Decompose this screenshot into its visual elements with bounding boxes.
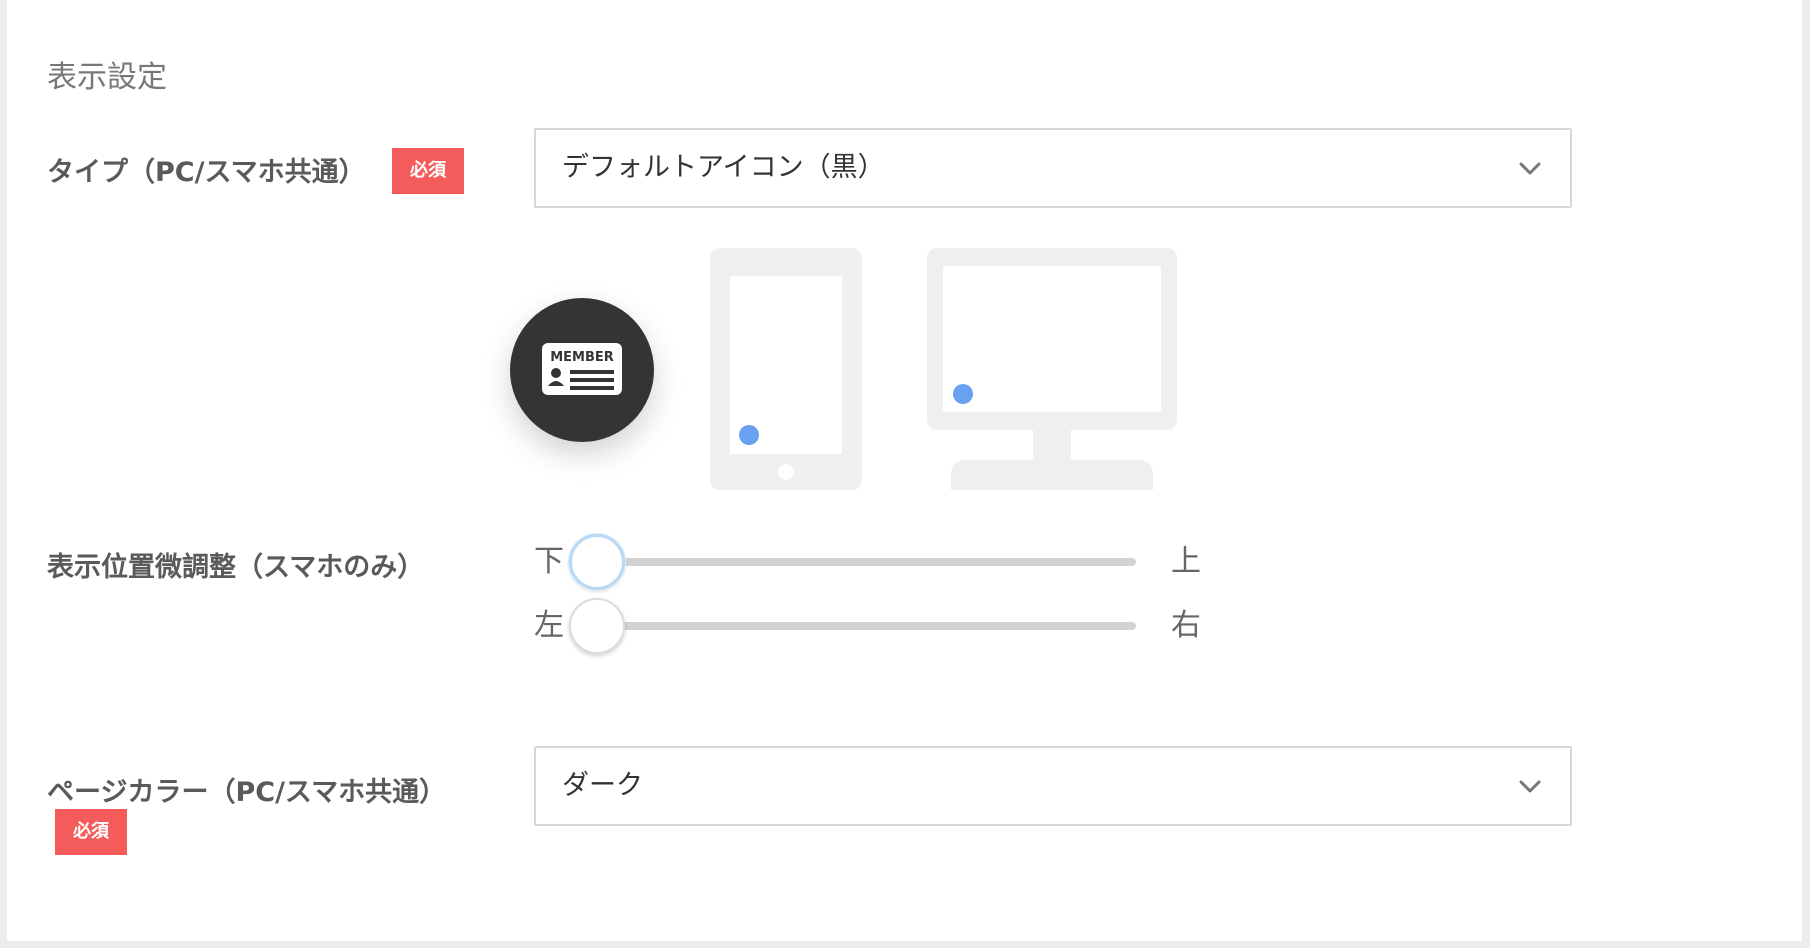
horizontal-slider-track[interactable] — [596, 622, 1136, 630]
slider-max-label-up: 上 — [1171, 544, 1201, 579]
vertical-slider-row: 下 上 — [534, 534, 1204, 590]
slider-min-label-down: 下 — [534, 544, 564, 579]
type-select-value: デフォルトアイコン（黒） — [562, 152, 885, 183]
slider-min-label-left: 左 — [534, 608, 564, 643]
position-adjust-label: 表示位置微調整（スマホのみ） — [47, 552, 425, 583]
vertical-slider-track[interactable] — [596, 558, 1136, 566]
required-badge: 必須 — [392, 148, 464, 194]
required-badge: 必須 — [55, 809, 127, 855]
horizontal-slider-thumb[interactable] — [569, 598, 625, 654]
vertical-slider-thumb[interactable] — [569, 534, 625, 590]
desktop-position-marker — [953, 384, 973, 404]
member-card-icon-graphic: MEMBER — [542, 343, 622, 395]
slider-max-label-right: 右 — [1171, 608, 1201, 643]
horizontal-slider-row: 左 右 — [534, 598, 1204, 654]
chevron-down-icon — [1519, 162, 1541, 175]
smartphone-preview — [710, 248, 862, 490]
type-label: タイプ（PC/スマホ共通） — [47, 157, 366, 188]
member-card-icon: MEMBER — [510, 298, 654, 442]
page-color-select-value: ダーク — [562, 770, 643, 801]
page-color-select[interactable]: ダーク — [534, 746, 1572, 826]
smartphone-position-marker — [739, 425, 759, 445]
page-color-label: ページカラー（PC/スマホ共通） — [47, 777, 447, 808]
display-settings-panel: 表示設定 タイプ（PC/スマホ共通） 必須 デフォルトアイコン（黒） MEMBE… — [7, 0, 1802, 941]
chevron-down-icon — [1519, 780, 1541, 793]
type-select[interactable]: デフォルトアイコン（黒） — [534, 128, 1572, 208]
section-title: 表示設定 — [47, 60, 167, 95]
member-icon-text: MEMBER — [550, 350, 614, 365]
desktop-preview — [927, 248, 1177, 490]
